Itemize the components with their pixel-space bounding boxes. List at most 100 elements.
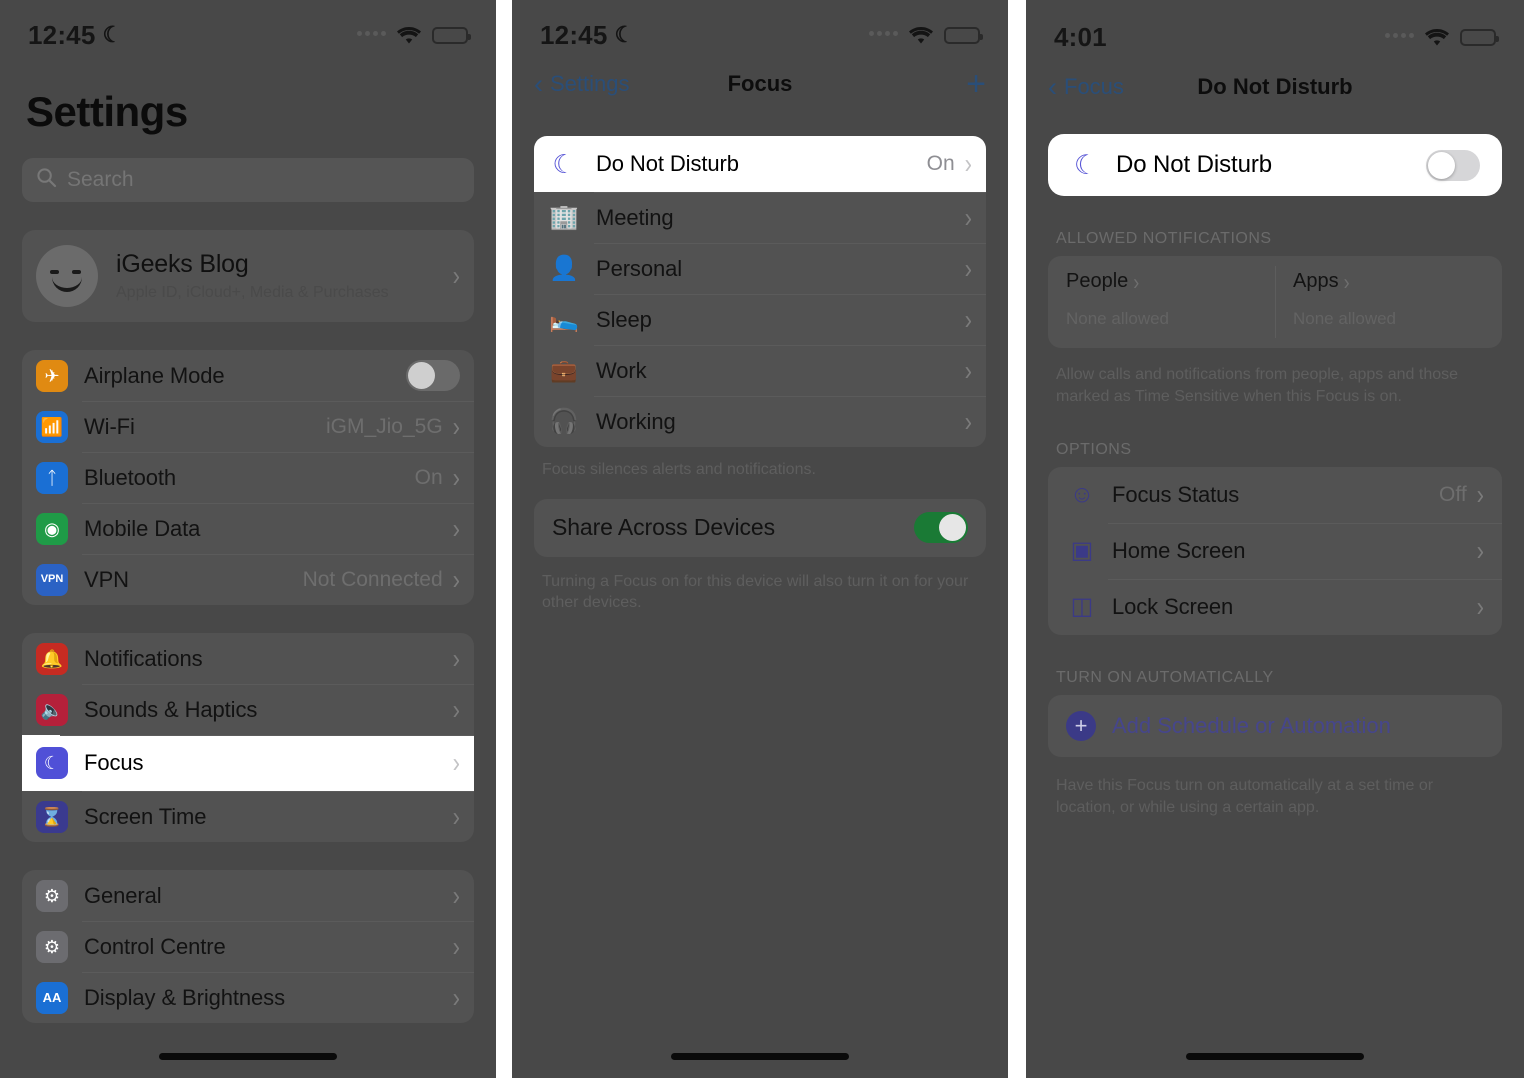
row-label: Notifications <box>84 645 203 671</box>
section-header-allowed-notifications: ALLOWED NOTIFICATIONS <box>1056 230 1272 247</box>
crescent-moon-icon: ☾ <box>36 747 68 779</box>
navigation-bar: ‹ Settings Focus + <box>512 58 1008 110</box>
notifications-group: 🔔 Notifications › 🔈 Sounds & Haptics › ☾… <box>22 633 474 842</box>
chevron-right-icon: › <box>1476 590 1484 623</box>
chevron-right-icon: › <box>452 461 460 493</box>
focus-row-meeting[interactable]: 🏢 Meeting › <box>534 192 986 243</box>
home-screen-icon: ▣ <box>1070 537 1094 565</box>
focus-status-icon: ☺ <box>1069 481 1095 509</box>
focus-row-personal[interactable]: 👤 Personal › <box>534 243 986 294</box>
settings-row-notifications[interactable]: 🔔 Notifications › <box>22 633 474 684</box>
share-across-devices-row[interactable]: Share Across Devices <box>534 499 986 557</box>
row-value: On <box>926 152 955 175</box>
row-value: Not Connected <box>302 567 443 591</box>
settings-row-airplane-mode[interactable]: ✈ Airplane Mode <box>22 350 474 401</box>
wifi-icon <box>908 26 934 45</box>
chevron-right-icon: › <box>452 410 460 442</box>
lock-screen-icon: ◫ <box>1070 593 1094 621</box>
focus-row-sleep[interactable]: 🛌 Sleep › <box>534 294 986 345</box>
do-not-disturb-card[interactable]: ☾ Do Not Disturb <box>1048 134 1502 196</box>
focus-row-do-not-disturb[interactable]: ☾ Do Not Disturb On › <box>534 136 986 192</box>
settings-row-focus[interactable]: ☾ Focus › <box>22 735 474 791</box>
page-title: Settings <box>26 88 188 135</box>
account-subtitle: Apple ID, iCloud+, Media & Purchases <box>116 284 389 301</box>
settings-row-display-brightness[interactable]: AA Display & Brightness › <box>22 972 474 1023</box>
settings-row-vpn[interactable]: VPN VPN Not Connected › <box>22 554 474 605</box>
home-indicator <box>159 1053 337 1060</box>
status-bar-time: 4:01 <box>1054 21 1107 52</box>
row-value: On <box>414 465 443 489</box>
vpn-icon: VPN <box>36 563 68 596</box>
status-bar: 4:01 <box>1026 0 1524 58</box>
chevron-left-icon: ‹ <box>534 68 543 99</box>
settings-row-control-centre[interactable]: ⚙ Control Centre › <box>22 921 474 972</box>
panel-do-not-disturb: 4:01 ‹ Focus Do Not Disturb ☾ Do Not Dis… <box>1026 0 1524 1078</box>
avatar <box>36 245 98 307</box>
apple-id-row[interactable]: iGeeks Blog Apple ID, iCloud+, Media & P… <box>22 230 474 322</box>
airplane-icon: ✈ <box>36 359 68 392</box>
wifi-icon <box>396 26 422 45</box>
column-title: People › <box>1066 270 1257 293</box>
focus-row-work[interactable]: 💼 Work › <box>534 345 986 396</box>
back-button-focus[interactable]: ‹ Focus <box>1048 73 1124 101</box>
panel-divider <box>496 0 512 1078</box>
back-button-settings[interactable]: ‹ Settings <box>534 68 630 99</box>
briefcase-icon: 💼 <box>550 357 578 383</box>
cellular-dots-icon <box>357 31 386 39</box>
focus-row-working[interactable]: 🎧 Working › <box>534 396 986 447</box>
three-panel-screenshot: 12:45 ☾ Settings Search iGeeks Blog Appl… <box>0 0 1524 1078</box>
settings-row-mobile-data[interactable]: ◉ Mobile Data › <box>22 503 474 554</box>
status-bar-time: 12:45 <box>540 19 608 50</box>
row-label: Lock Screen <box>1112 594 1234 620</box>
options-row-lock-screen[interactable]: ◫ Lock Screen › <box>1048 579 1502 635</box>
column-title-label: Apps <box>1293 270 1339 292</box>
chevron-right-icon: › <box>964 252 972 284</box>
row-label: Work <box>596 357 647 383</box>
status-bar-time: 12:45 <box>28 19 96 50</box>
person-icon: 👤 <box>549 254 579 282</box>
settings-row-sounds-haptics[interactable]: 🔈 Sounds & Haptics › <box>22 684 474 735</box>
settings-row-wifi[interactable]: 📶 Wi-Fi iGM_Jio_5G › <box>22 401 474 452</box>
status-bar: 12:45 ☾ <box>0 0 496 58</box>
airplane-mode-toggle[interactable] <box>406 360 460 391</box>
row-label: Do Not Disturb <box>1116 151 1272 178</box>
status-bar: 12:45 ☾ <box>512 0 1008 58</box>
search-input[interactable]: Search <box>22 158 474 202</box>
plus-icon[interactable]: + <box>966 67 986 101</box>
add-schedule-or-automation-row[interactable]: + Add Schedule or Automation <box>1048 695 1502 757</box>
row-label: Personal <box>596 255 683 281</box>
bed-icon: 🛌 <box>549 305 579 333</box>
crescent-moon-icon: ☾ <box>552 149 576 179</box>
allowed-column-people[interactable]: People › None allowed <box>1048 256 1275 348</box>
account-name: iGeeks Blog <box>116 250 249 278</box>
battery-icon <box>1460 28 1499 46</box>
column-subtitle: None allowed <box>1066 309 1170 328</box>
focus-footnote: Focus silences alerts and notifications. <box>542 461 816 478</box>
options-row-focus-status[interactable]: ☺ Focus Status Off › <box>1048 467 1502 523</box>
settings-row-general[interactable]: ⚙ General › <box>22 870 474 921</box>
row-label: General <box>84 882 162 908</box>
chevron-right-icon: › <box>964 405 972 437</box>
options-row-home-screen[interactable]: ▣ Home Screen › <box>1048 523 1502 579</box>
back-button-label: Settings <box>550 71 630 96</box>
building-icon: 🏢 <box>549 203 579 231</box>
share-footnote: Turning a Focus on for this device will … <box>542 572 969 612</box>
allowed-column-apps[interactable]: Apps › None allowed <box>1275 256 1502 348</box>
bell-icon: 🔔 <box>36 642 68 675</box>
row-label: Wi-Fi <box>84 413 135 439</box>
control-centre-icon: ⚙ <box>36 930 68 963</box>
row-label: Focus <box>84 750 144 775</box>
row-label: Do Not Disturb <box>596 151 739 176</box>
back-button-label: Focus <box>1064 74 1124 99</box>
do-not-disturb-toggle-row[interactable]: ☾ Do Not Disturb <box>1048 134 1502 196</box>
automation-footnote: Have this Focus turn on automatically at… <box>1056 777 1434 816</box>
chevron-right-icon: › <box>452 693 460 725</box>
do-not-disturb-toggle[interactable] <box>1426 149 1480 181</box>
display-brightness-icon: AA <box>36 981 68 1014</box>
account-card[interactable]: iGeeks Blog Apple ID, iCloud+, Media & P… <box>22 230 474 322</box>
settings-row-screen-time[interactable]: ⌛ Screen Time › <box>22 791 474 842</box>
settings-row-bluetooth[interactable]: ᛏ Bluetooth On › <box>22 452 474 503</box>
panel-divider-2 <box>1008 0 1026 1078</box>
share-across-devices-toggle[interactable] <box>914 512 968 544</box>
section-header-turn-on-automatically: TURN ON AUTOMATICALLY <box>1056 669 1274 687</box>
